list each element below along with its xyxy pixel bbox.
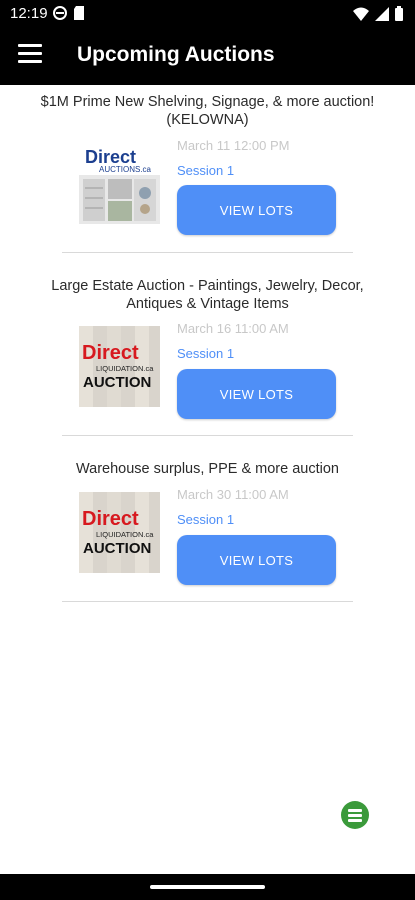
logo-text-direct: Direct [82,508,139,530]
elementor-icon[interactable] [341,801,369,829]
navigation-bar [0,874,415,900]
auction-title: $1M Prime New Shelving, Signage, & more … [40,94,375,128]
logo-text-auction: AUCTION [83,374,151,391]
home-gesture-handle[interactable] [150,885,265,889]
auction-date: March 11 12:00 PM [177,138,290,153]
logo-text-sub: LIQUIDATION.ca [96,364,154,373]
view-lots-button[interactable]: VIEW LOTS [177,535,336,585]
divider [62,601,353,602]
logo-text-auction: AUCTION [83,540,151,557]
status-time: 12:19 [10,5,48,22]
session-link[interactable]: Session 1 [177,512,234,527]
logo-text-sub: LIQUIDATION.ca [96,530,154,539]
logo-text-direct: Direct [82,342,139,364]
auction-card: $1M Prime New Shelving, Signage, & more … [0,85,415,253]
auction-thumbnail[interactable]: Direct LIQUIDATION.ca AUCTION [79,492,160,573]
auction-date: March 16 11:00 AM [177,321,289,336]
auction-thumbnail[interactable]: Direct LIQUIDATION.ca AUCTION [79,326,160,407]
status-bar: 12:19 [0,0,415,28]
app-bar: Upcoming Auctions [0,28,415,85]
auction-card: Warehouse surplus, PPE & more auction Di… [0,436,415,602]
signal-icon [375,6,389,21]
view-lots-button[interactable]: VIEW LOTS [177,185,336,235]
view-lots-button[interactable]: VIEW LOTS [177,369,336,419]
auction-date: March 30 11:00 AM [177,487,289,502]
status-icons-left [53,6,85,20]
logo-text-direct: Direct [85,147,136,167]
battery-icon [395,6,403,21]
page-title: Upcoming Auctions [77,43,275,66]
vpn-icon [53,6,67,20]
session-link[interactable]: Session 1 [177,163,234,178]
auction-list: $1M Prime New Shelving, Signage, & more … [0,85,415,602]
auction-title: Warehouse surplus, PPE & more auction [75,461,339,477]
auction-card: Large Estate Auction - Paintings, Jewelr… [0,253,415,436]
status-icons-right [353,6,403,21]
auction-thumbnail[interactable]: Direct AUCTIONS.ca [79,143,160,224]
session-link[interactable]: Session 1 [177,346,234,361]
hamburger-menu-icon[interactable] [18,44,42,66]
auction-title: Large Estate Auction - Paintings, Jewelr… [51,278,364,312]
sd-card-icon [74,6,84,20]
logo-text-sub: AUCTIONS.ca [99,165,152,174]
wifi-icon [353,7,369,21]
